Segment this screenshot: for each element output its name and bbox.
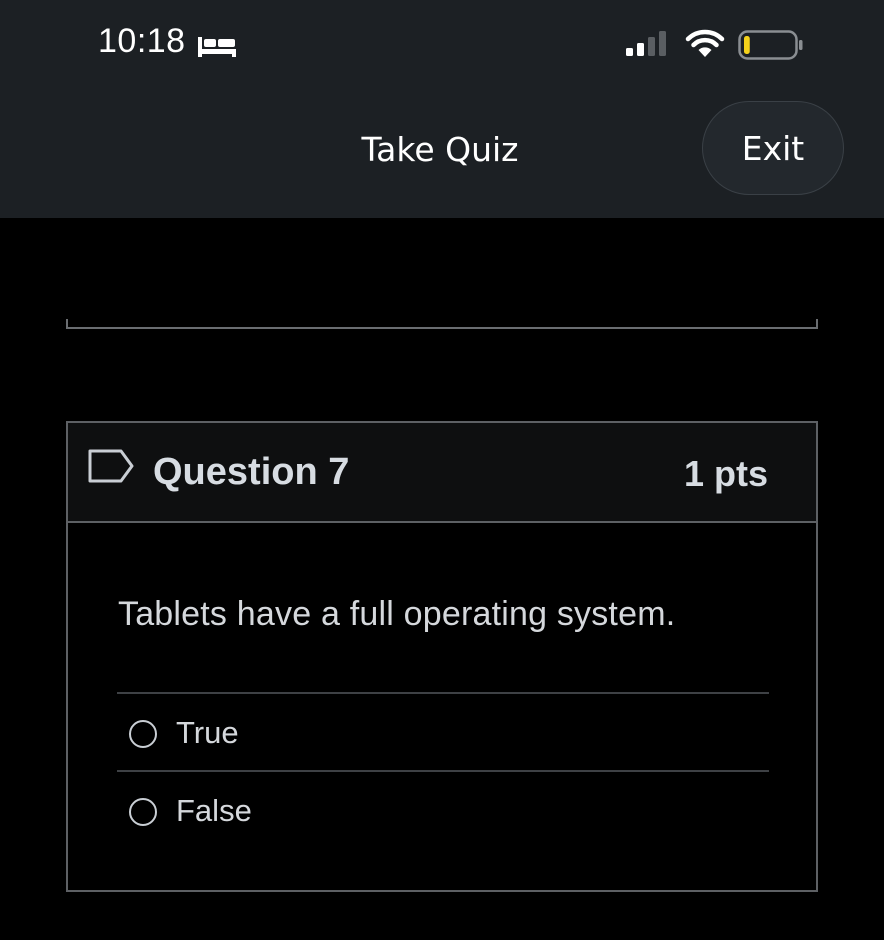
answer-option-true[interactable]: True — [117, 702, 769, 776]
bookmark-flag-icon[interactable] — [87, 448, 135, 484]
answer-option-false[interactable]: False — [117, 780, 769, 854]
answer-divider — [117, 770, 769, 772]
question-title: Question 7 — [153, 451, 350, 493]
question-points: 1 pts — [683, 453, 768, 494]
page-title-label: Take Quiz — [361, 130, 519, 169]
answer-divider — [117, 692, 769, 694]
answer-label: False — [176, 793, 252, 828]
top-bar: 10:18 Take Quiz Exit — [0, 0, 884, 218]
divider — [66, 319, 818, 329]
question-header: Question 7 1 pts — [68, 423, 816, 523]
radio-button[interactable] — [129, 798, 157, 826]
answer-label: True — [176, 715, 239, 750]
exit-button[interactable]: Exit — [702, 101, 844, 195]
status-time: 10:18 — [98, 22, 186, 60]
question-card: Question 7 1 pts Tablets have a full ope… — [66, 421, 818, 892]
question-text: Tablets have a full operating system. — [118, 595, 676, 633]
bed-icon — [198, 37, 236, 57]
wifi-icon — [685, 29, 725, 57]
signal-icon — [626, 31, 666, 56]
radio-button[interactable] — [129, 720, 157, 748]
battery-icon — [738, 30, 803, 60]
